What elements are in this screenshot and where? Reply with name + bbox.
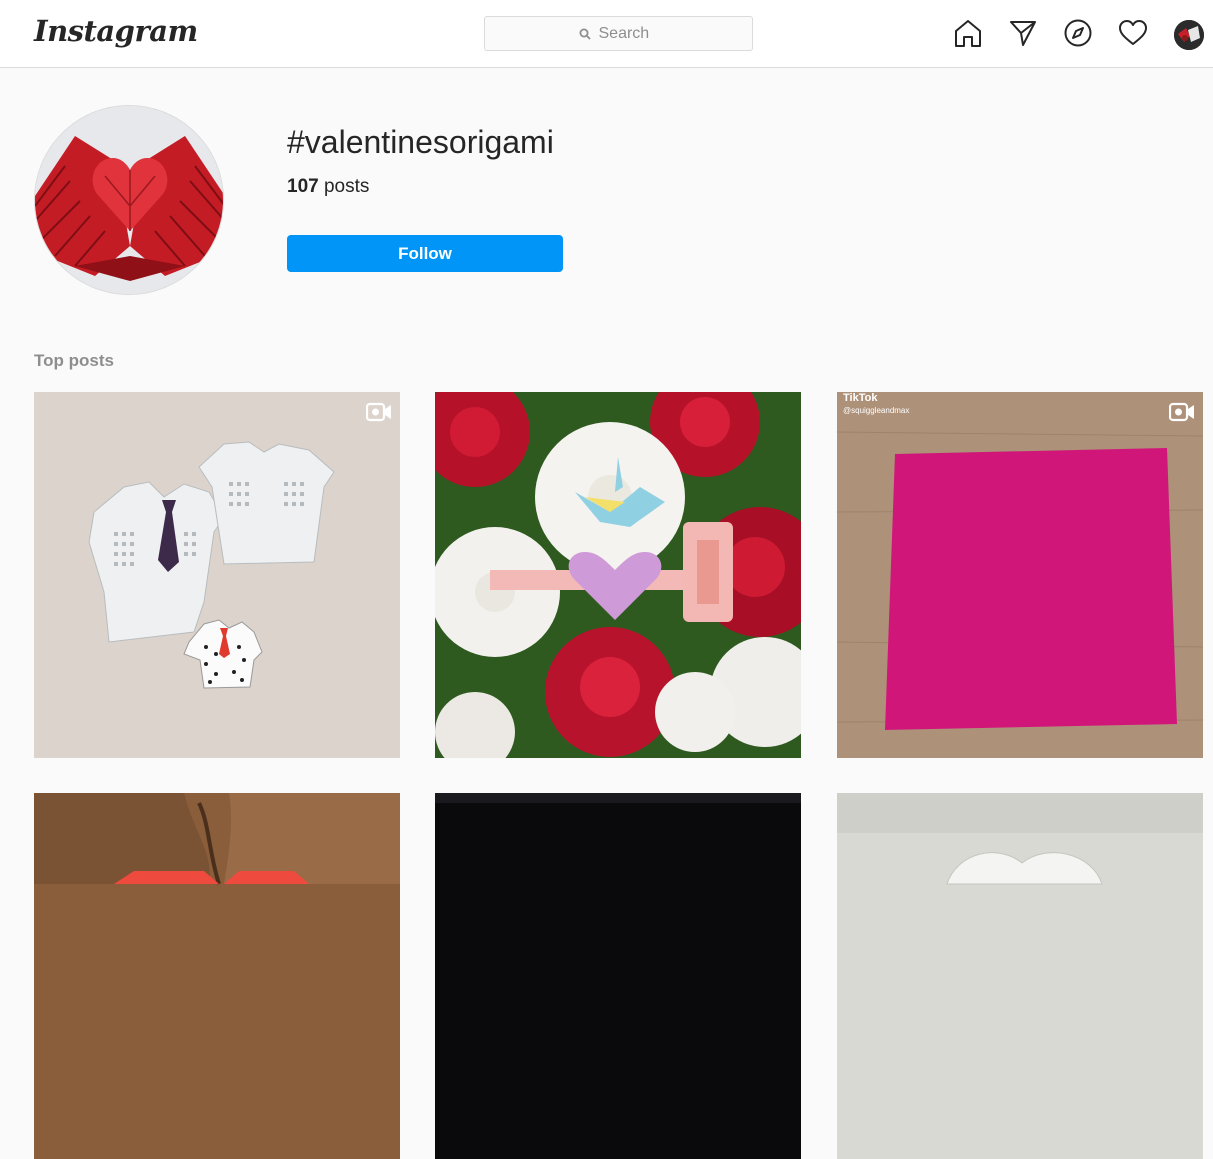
direct-message-icon[interactable] — [1008, 18, 1038, 48]
top-posts-heading: Top posts — [34, 351, 114, 370]
search-box[interactable] — [484, 16, 753, 51]
post-count-number: 107 — [287, 176, 319, 197]
post-count: 107 posts — [287, 176, 369, 198]
instagram-logo[interactable]: Instagram — [34, 14, 198, 48]
post-count-label: posts — [323, 176, 370, 197]
profile-avatar[interactable] — [1174, 20, 1204, 50]
hashtag-profile-image — [34, 105, 224, 295]
post-thumbnail[interactable]: TikTok @squiggleandmax — [837, 392, 1203, 758]
search-icon — [579, 28, 591, 40]
tiktok-username: @squiggleandmax — [843, 406, 910, 415]
post-thumbnail[interactable] — [435, 793, 801, 1159]
post-thumbnail[interactable] — [435, 392, 801, 758]
explore-compass-icon[interactable] — [1063, 18, 1093, 48]
hashtag-title: #valentinesorigami — [287, 124, 554, 160]
follow-button[interactable]: Follow — [287, 235, 563, 272]
video-icon — [366, 402, 391, 422]
video-icon — [1169, 402, 1194, 422]
post-thumbnail[interactable] — [34, 793, 400, 1159]
top-navigation-bar: Instagram — [0, 0, 1213, 68]
post-thumbnail[interactable] — [837, 793, 1203, 1159]
activity-heart-icon[interactable] — [1118, 18, 1148, 48]
home-icon[interactable] — [953, 18, 983, 48]
tiktok-watermark: TikTok — [843, 392, 878, 404]
search-input[interactable] — [598, 24, 659, 43]
post-thumbnail[interactable] — [34, 392, 400, 758]
